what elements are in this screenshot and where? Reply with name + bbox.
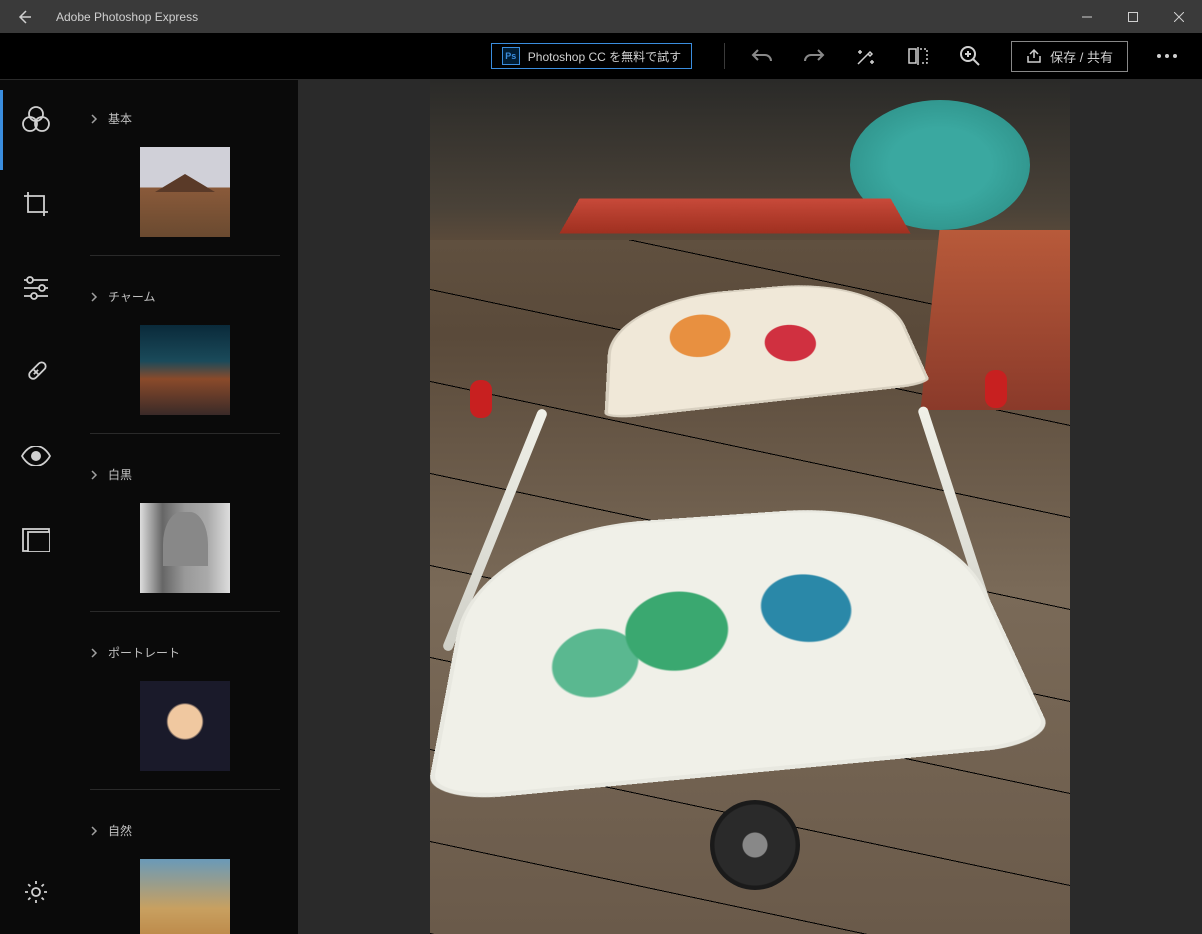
looks-panel: 基本 チャーム 白黒 ポートレート bbox=[72, 80, 298, 934]
rail-crop[interactable] bbox=[0, 182, 72, 226]
thumb-nature[interactable] bbox=[140, 859, 230, 934]
rail-border[interactable] bbox=[0, 518, 72, 562]
separator bbox=[724, 43, 725, 69]
category-portrait: ポートレート bbox=[72, 626, 298, 804]
category-header-portrait[interactable]: ポートレート bbox=[72, 636, 298, 669]
category-label: 白黒 bbox=[108, 466, 132, 483]
thumb-basic[interactable] bbox=[140, 147, 230, 237]
share-icon bbox=[1026, 48, 1042, 64]
canvas-area[interactable] bbox=[298, 80, 1202, 934]
undo-button[interactable] bbox=[739, 37, 785, 75]
category-charm: チャーム bbox=[72, 270, 298, 448]
photoshop-promo-label: Photoshop CC を無料で試す bbox=[528, 48, 681, 65]
chevron-right-icon bbox=[90, 648, 98, 658]
content-area: 基本 チャーム 白黒 ポートレート bbox=[0, 80, 1202, 934]
minimize-button[interactable] bbox=[1064, 0, 1110, 33]
separator bbox=[90, 255, 280, 256]
close-icon bbox=[1174, 12, 1184, 22]
redo-button[interactable] bbox=[791, 37, 837, 75]
rail-heal[interactable] bbox=[0, 350, 72, 394]
chevron-right-icon bbox=[90, 470, 98, 480]
flip-icon bbox=[907, 45, 929, 67]
category-header-charm[interactable]: チャーム bbox=[72, 280, 298, 313]
photoshop-cc-promo[interactable]: Ps Photoshop CC を無料で試す bbox=[491, 43, 692, 69]
rail-settings[interactable] bbox=[0, 870, 72, 914]
category-label: 基本 bbox=[108, 110, 132, 127]
category-header-basic[interactable]: 基本 bbox=[72, 102, 298, 135]
crop-icon bbox=[22, 190, 50, 218]
chevron-right-icon bbox=[90, 826, 98, 836]
separator bbox=[90, 611, 280, 612]
app-title: Adobe Photoshop Express bbox=[56, 10, 198, 24]
titlebar: Adobe Photoshop Express bbox=[0, 0, 1202, 33]
thumb-portrait[interactable] bbox=[140, 681, 230, 771]
category-bw: 白黒 bbox=[72, 448, 298, 626]
edited-photo bbox=[430, 80, 1070, 934]
auto-enhance-button[interactable] bbox=[843, 37, 889, 75]
looks-icon bbox=[21, 105, 51, 135]
window-controls bbox=[1064, 0, 1202, 33]
tool-rail bbox=[0, 80, 72, 934]
zoom-button[interactable] bbox=[947, 37, 993, 75]
category-label: 自然 bbox=[108, 822, 132, 839]
category-basic: 基本 bbox=[72, 92, 298, 270]
sliders-icon bbox=[22, 276, 50, 300]
redo-icon bbox=[802, 46, 826, 66]
back-arrow-icon bbox=[15, 8, 33, 26]
border-icon bbox=[22, 528, 50, 552]
rail-adjust[interactable] bbox=[0, 266, 72, 310]
rail-redeye[interactable] bbox=[0, 434, 72, 478]
more-button[interactable] bbox=[1144, 37, 1190, 75]
auto-enhance-icon bbox=[855, 45, 877, 67]
chevron-right-icon bbox=[90, 114, 98, 124]
save-share-label: 保存 / 共有 bbox=[1050, 47, 1113, 66]
category-label: ポートレート bbox=[108, 644, 180, 661]
back-button[interactable] bbox=[4, 0, 44, 33]
category-label: チャーム bbox=[108, 288, 156, 305]
category-header-nature[interactable]: 自然 bbox=[72, 814, 298, 847]
flip-button[interactable] bbox=[895, 37, 941, 75]
main-toolbar: Ps Photoshop CC を無料で試す 保存 / 共有 bbox=[0, 33, 1202, 80]
separator bbox=[90, 789, 280, 790]
photoshop-badge: Ps bbox=[502, 47, 520, 65]
thumb-bw[interactable] bbox=[140, 503, 230, 593]
minimize-icon bbox=[1082, 12, 1092, 22]
save-share-button[interactable]: 保存 / 共有 bbox=[1011, 41, 1128, 72]
close-button[interactable] bbox=[1156, 0, 1202, 33]
thumb-charm[interactable] bbox=[140, 325, 230, 415]
category-nature: 自然 bbox=[72, 804, 298, 934]
heal-icon bbox=[22, 358, 50, 386]
eye-icon bbox=[21, 446, 51, 466]
separator bbox=[90, 433, 280, 434]
rail-looks[interactable] bbox=[0, 98, 72, 142]
more-icon bbox=[1157, 54, 1177, 58]
zoom-icon bbox=[959, 45, 981, 67]
undo-icon bbox=[750, 46, 774, 66]
maximize-icon bbox=[1128, 12, 1138, 22]
maximize-button[interactable] bbox=[1110, 0, 1156, 33]
chevron-right-icon bbox=[90, 292, 98, 302]
gear-icon bbox=[23, 879, 49, 905]
category-header-bw[interactable]: 白黒 bbox=[72, 458, 298, 491]
